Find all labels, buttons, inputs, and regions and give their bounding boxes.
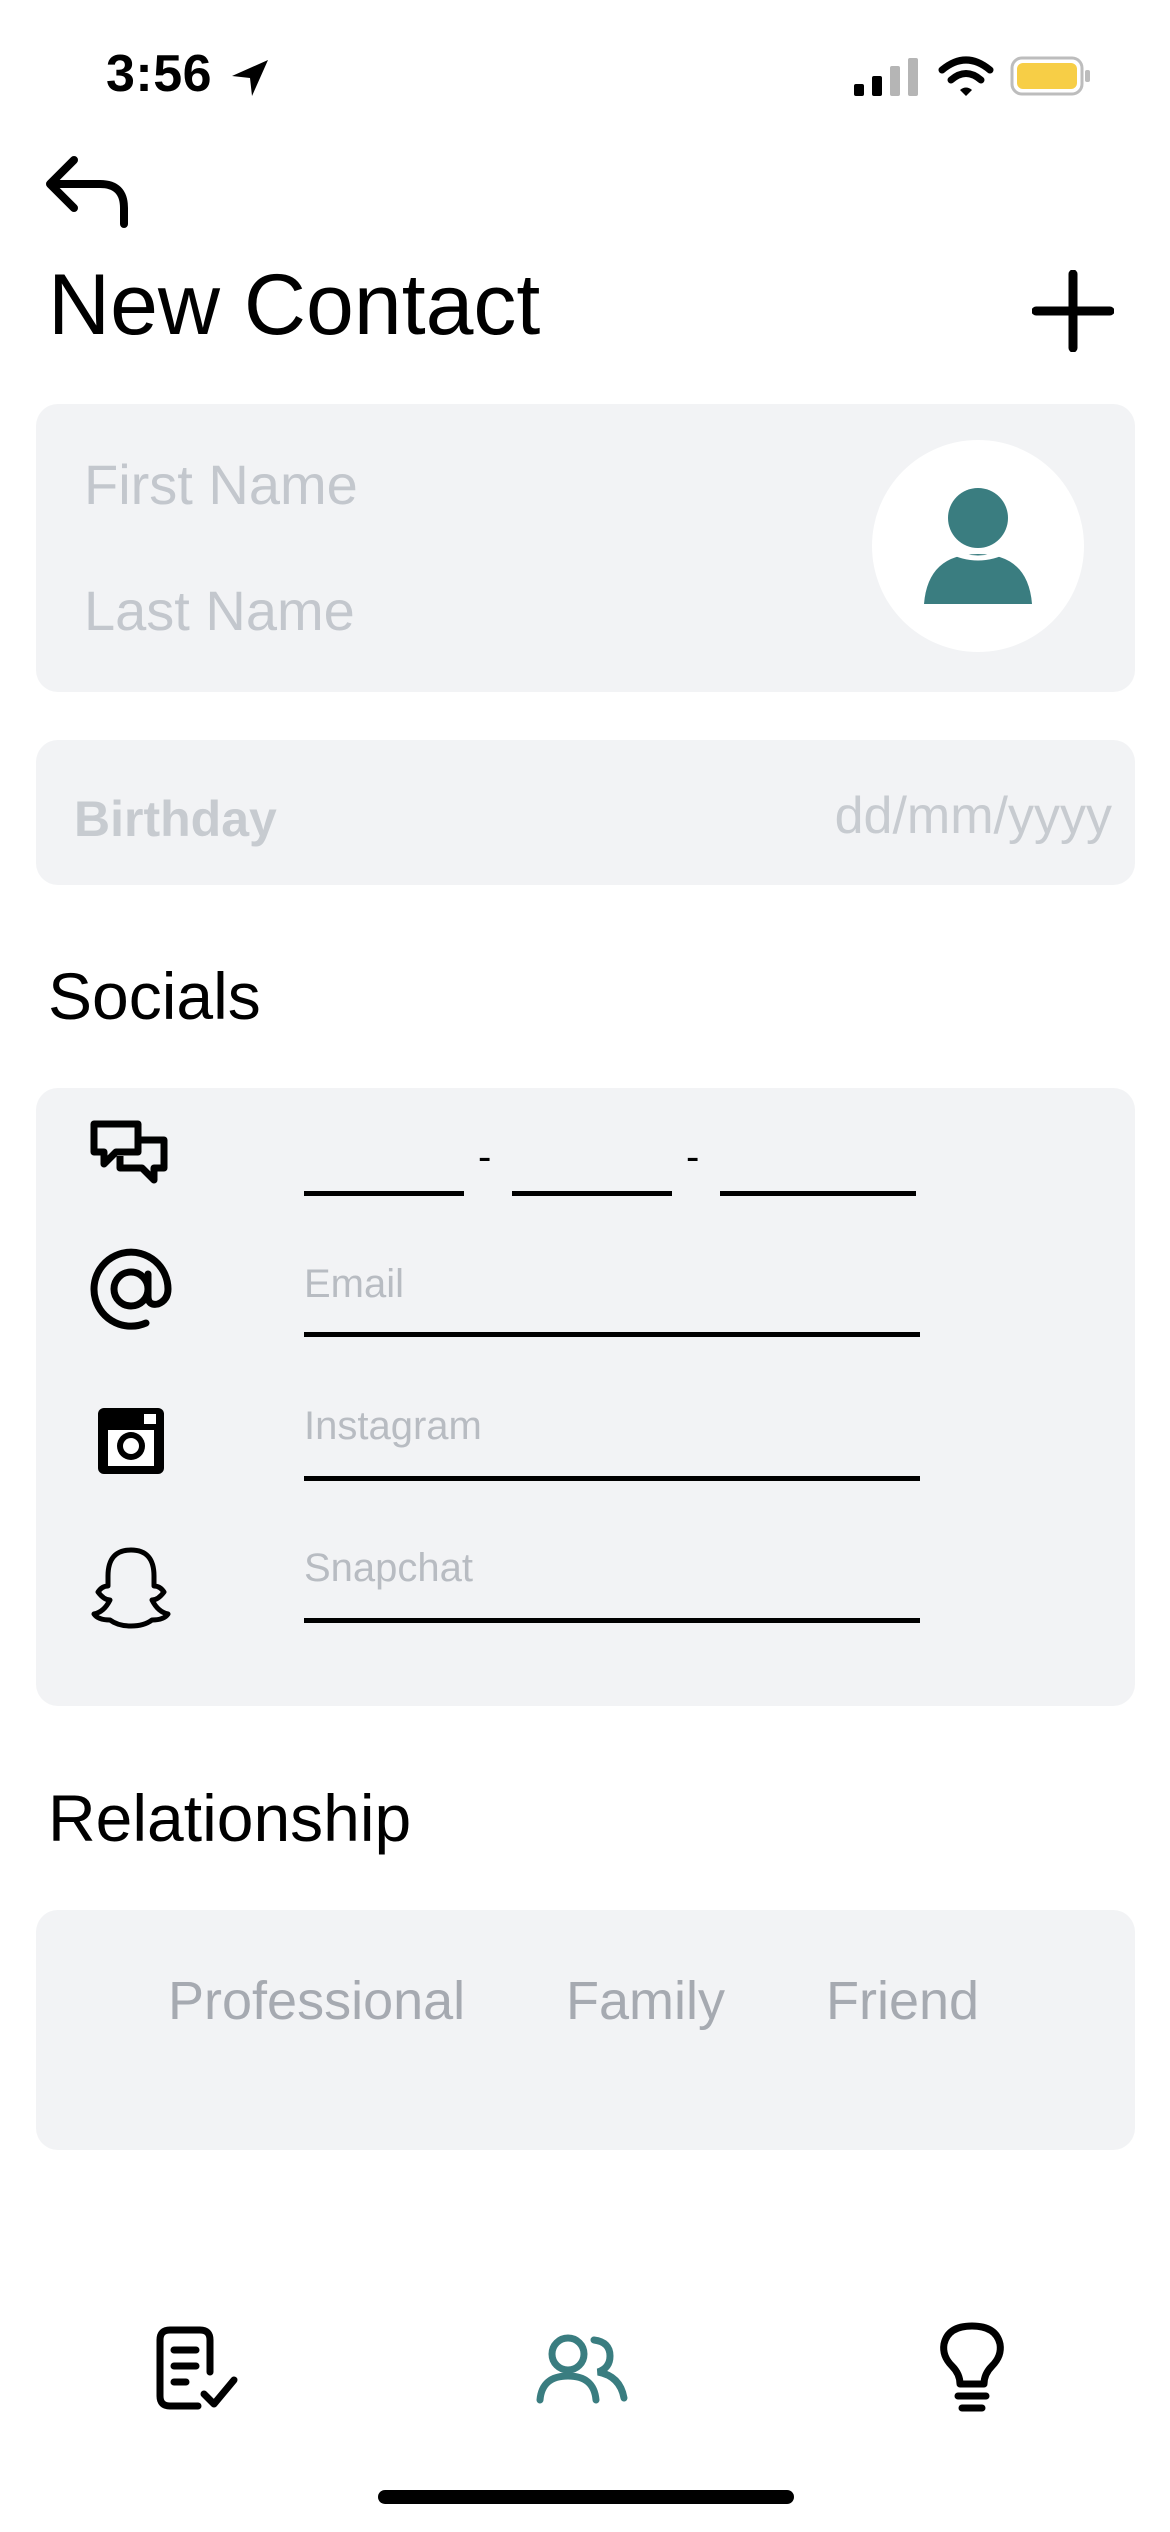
email-underline xyxy=(304,1332,920,1337)
first-name-input[interactable]: First Name xyxy=(84,452,358,517)
status-time: 3:56 xyxy=(106,45,213,103)
relationship-option-family[interactable]: Family xyxy=(566,1970,725,2032)
page-title: New Contact xyxy=(48,257,541,353)
person-icon xyxy=(924,488,1032,604)
last-name-input[interactable]: Last Name xyxy=(84,578,355,643)
home-indicator[interactable] xyxy=(378,2490,794,2504)
relationship-option-professional[interactable]: Professional xyxy=(168,1970,465,2032)
birthday-label: Birthday xyxy=(74,791,277,847)
snapchat-input[interactable]: Snapchat xyxy=(304,1546,473,1591)
people-icon[interactable] xyxy=(532,2318,632,2418)
at-sign-icon xyxy=(90,1248,172,1330)
snapchat-underline xyxy=(304,1618,920,1623)
socials-heading: Socials xyxy=(48,959,261,1033)
lightbulb-icon[interactable] xyxy=(922,2318,1022,2418)
instagram-underline xyxy=(304,1476,920,1481)
phone-prefix-input[interactable] xyxy=(512,1191,672,1196)
wifi-icon xyxy=(938,56,994,96)
phone-separator: - xyxy=(686,1135,700,1179)
instagram-input[interactable]: Instagram xyxy=(304,1404,482,1449)
chat-bubbles-icon xyxy=(90,1120,168,1184)
checklist-icon[interactable] xyxy=(148,2318,248,2418)
phone-separator: - xyxy=(478,1135,492,1179)
snapchat-ghost-icon xyxy=(91,1547,171,1629)
instagram-icon xyxy=(98,1408,164,1474)
birthday-input[interactable]: dd/mm/yyyy xyxy=(835,786,1112,846)
cellular-signal-icon xyxy=(854,58,918,96)
back-arrow-icon[interactable] xyxy=(44,152,132,228)
phone-area-code-input[interactable] xyxy=(304,1191,464,1196)
avatar-button[interactable] xyxy=(872,440,1084,652)
phone-line-input[interactable] xyxy=(720,1191,916,1196)
relationship-option-friend[interactable]: Friend xyxy=(826,1970,979,2032)
email-input[interactable]: Email xyxy=(304,1262,404,1307)
relationship-heading: Relationship xyxy=(48,1781,412,1855)
location-arrow-icon xyxy=(232,60,268,96)
plus-icon[interactable] xyxy=(1032,270,1114,352)
battery-icon xyxy=(1010,56,1090,96)
socials-card xyxy=(36,1088,1135,1706)
